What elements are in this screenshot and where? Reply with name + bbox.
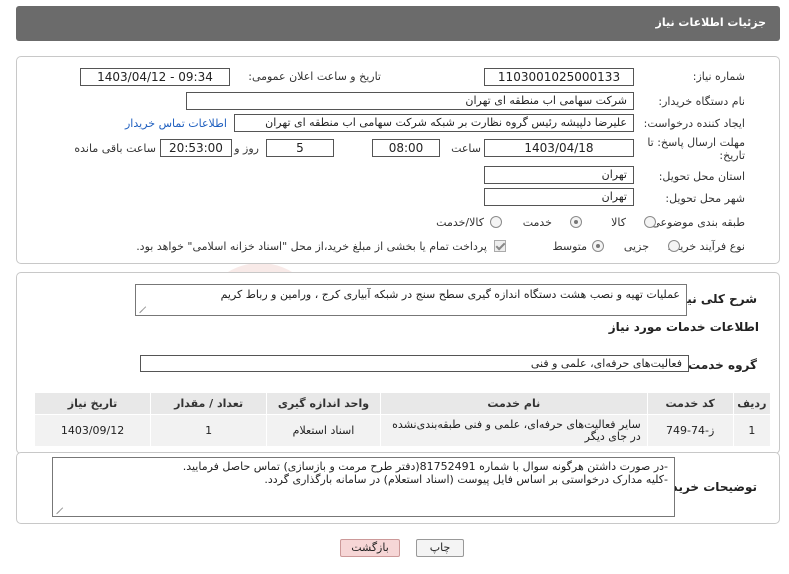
buyer-contact-link[interactable]: اطلاعات تماس خریدار [125,117,227,130]
resize-grip-icon[interactable] [139,305,147,313]
cell-row: 1 [732,414,772,447]
category-radio-service[interactable] [570,216,582,228]
col-name: نام خدمت [379,392,648,415]
category-option-service: خدمت [522,216,552,229]
treasury-payment-note: پرداخت تمام یا بخشی از مبلغ خرید،از محل … [136,240,487,253]
col-need-date: تاریخ نیاز [33,392,152,415]
category-label: طبقه بندی موضوعی: [647,216,745,229]
summary-textarea[interactable]: عملیات تهیه و نصب هشت دستگاه اندازه گیری… [135,284,687,316]
category-radio-goods-service[interactable] [490,216,502,228]
province-field: تهران [484,166,634,184]
service-group-field: فعالیت‌های حرفه‌ای، علمی و فنی [140,355,689,372]
need-number-label: شماره نیاز: [692,70,745,83]
page-title: جزئیات اطلاعات نیاز [655,16,767,29]
print-button[interactable]: چاپ [416,539,464,557]
col-row: ردیف [732,392,772,415]
process-option-medium: متوسط [552,240,587,253]
buyer-org-field: شرکت سهامی اب منطقه ای تهران [186,92,634,110]
back-button[interactable]: بازگشت [340,539,400,557]
process-radio-medium[interactable] [592,240,604,252]
treasury-payment-checkbox[interactable] [494,240,506,252]
days-field: 5 [266,139,334,157]
cell-code: ز-74-749 [646,414,734,447]
remaining-time-label: ساعت باقی مانده [74,142,156,155]
cell-unit: اسناد استعلام [266,414,381,447]
city-label: شهر محل تحویل: [665,192,745,205]
cell-need-date: 1403/09/12 [33,414,152,447]
remaining-time-field: 20:53:00 [160,139,232,157]
services-section-title: اطلاعات خدمات مورد نیاز [608,320,759,334]
process-radio-minor[interactable] [668,240,680,252]
deadline-time-field: 08:00 [372,139,440,157]
need-number-field: 1103001025000133 [484,68,634,86]
cell-quantity: 1 [150,414,268,447]
province-label: استان محل تحویل: [658,170,745,183]
creator-field: علیرضا دلپیشه رئیس گروه نظارت بر شبکه شر… [234,114,634,132]
category-radio-goods[interactable] [644,216,656,228]
services-table-header: ردیف کد خدمت نام خدمت واحد اندازه گیری ت… [33,392,772,415]
col-code: کد خدمت [646,392,734,415]
col-unit: واحد اندازه گیری [266,392,381,415]
deadline-label: مهلت ارسال پاسخ: تا تاریخ: [647,136,745,162]
process-option-minor: جزیی [623,240,649,253]
summary-text: عملیات تهیه و نصب هشت دستگاه اندازه گیری… [220,288,680,301]
cell-name: سایر فعالیت‌های حرفه‌ای، علمی و فنی طبقه… [379,414,648,447]
announce-datetime-label: تاریخ و ساعت اعلان عمومی: [248,70,381,83]
city-field: تهران [484,188,634,206]
deadline-date-field: 1403/04/18 [484,139,634,157]
resize-grip-icon[interactable] [56,506,64,514]
service-group-label: گروه خدمت: [683,358,757,372]
buyer-notes-line-1: -در صورت داشتن هرگونه سوال با شماره 8175… [182,460,668,473]
days-label: روز و [234,142,259,155]
buyer-notes-line-2: -کلیه مدارک درخواستی بر اساس فایل پیوست … [264,473,668,486]
services-table: ردیف کد خدمت نام خدمت واحد اندازه گیری ت… [33,392,772,447]
buyer-org-label: نام دستگاه خریدار: [658,95,745,108]
category-option-goods: کالا [611,216,626,229]
category-option-goods-service: کالا/خدمت [436,216,484,229]
announce-datetime-field: 1403/04/12 - 09:34 [80,68,230,86]
col-quantity: تعداد / مقدار [150,392,268,415]
creator-label: ایجاد کننده درخواست: [643,117,745,130]
deadline-time-label: ساعت [451,142,481,155]
buyer-notes-textarea[interactable]: -در صورت داشتن هرگونه سوال با شماره 8175… [52,457,675,517]
page-header: جزئیات اطلاعات نیاز [16,6,780,41]
table-row: 1 ز-74-749 سایر فعالیت‌های حرفه‌ای، علمی… [33,414,772,447]
